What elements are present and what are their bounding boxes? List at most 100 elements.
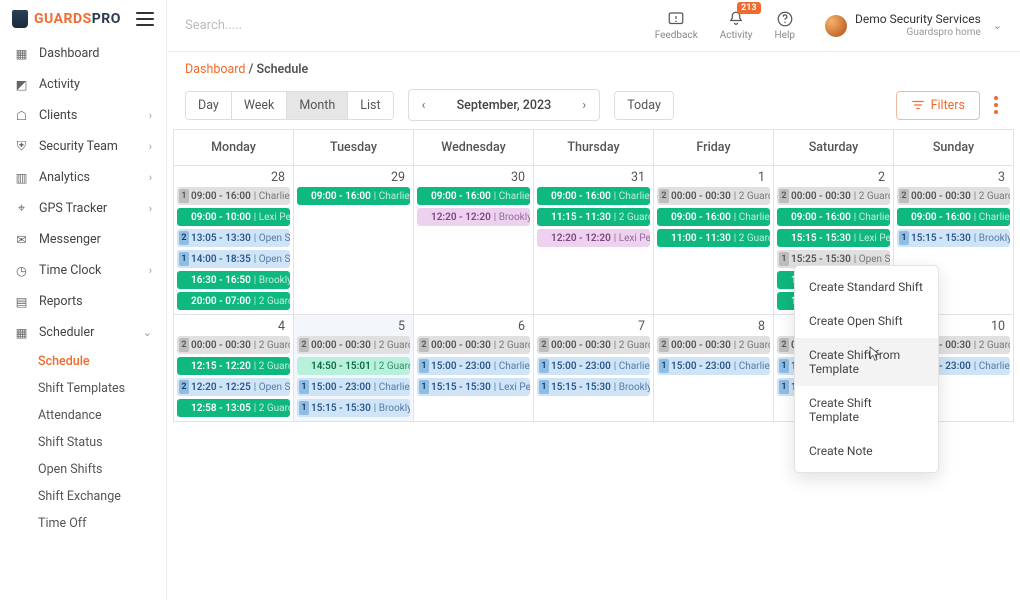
nav-sub-shift-status[interactable]: Shift Status (0, 429, 166, 456)
calendar-cell[interactable]: 2909:00 - 16:00 | Charlie Wel⋮ (294, 166, 414, 315)
prev-month[interactable]: ‹ (409, 90, 439, 120)
nav-time-clock[interactable]: ◷Time Clock› (0, 255, 166, 286)
calendar-cell[interactable]: 28109:00 - 16:00 | Charlie Wel⋮09:00 - 1… (174, 166, 294, 315)
shift-block[interactable]: 12:58 - 13:05 | 2 Guards⋮ (177, 399, 290, 417)
nav-clients[interactable]: ☖Clients› (0, 100, 166, 131)
shift-block[interactable]: 200:00 - 00:30 | 2 Guards⋮ (777, 187, 890, 205)
nav-analytics[interactable]: ▥Analytics› (0, 162, 166, 193)
shift-block[interactable]: 11:00 - 11:30 | 2 Guards⋮ (657, 229, 770, 247)
weekday-header: Thursday (534, 130, 654, 166)
shift-block[interactable]: 16:30 - 16:50 | Brooklyn⋮ (177, 271, 290, 289)
shift-block[interactable]: 09:00 - 10:00 | Lexi Perez⋮ (177, 208, 290, 226)
shift-block[interactable]: 12:15 - 12:20 | 2 Guards⋮ (177, 357, 290, 375)
shift-block[interactable]: 115:00 - 23:00 | Charlie Wel⋮ (417, 357, 530, 375)
icon-label: Activity (720, 30, 753, 41)
help-button[interactable]: Help (775, 10, 795, 41)
ctx-create-standard[interactable]: Create Standard Shift (795, 270, 938, 304)
shift-block[interactable]: 14:50 - 15:01 | 2 Guards⋮ (297, 357, 410, 375)
shift-block[interactable]: 200:00 - 00:30 | 2 Guards⋮ (297, 336, 410, 354)
day-number: 3 (894, 166, 1013, 187)
nav-label: Time Clock (39, 263, 101, 278)
shift-block[interactable]: 200:00 - 00:30 | 2 Guards⋮ (657, 187, 770, 205)
shift-block[interactable]: 09:00 - 16:00 | Charlie Wel⋮ (537, 187, 650, 205)
shift-block[interactable]: 15:15 - 15:30 | Lexi Perez⋮ (777, 229, 890, 247)
activity-button[interactable]: 213 Activity (720, 10, 753, 41)
ctx-create-from-template[interactable]: Create Shift from Template (795, 338, 938, 386)
shift-count-badge: 2 (659, 338, 669, 352)
today-button[interactable]: Today (614, 91, 674, 120)
view-month[interactable]: Month (287, 92, 348, 119)
shift-block[interactable]: 115:00 - 23:00 | Charlie Wel⋮ (297, 378, 410, 396)
shift-block[interactable]: 115:15 - 15:30 | Brooklyn⋮ (537, 378, 650, 396)
more-menu[interactable] (990, 92, 1002, 118)
shift-block[interactable]: 09:00 - 16:00 | Charlie Wel⋮ (777, 208, 890, 226)
shift-block[interactable]: 09:00 - 16:00 | Charlie Wel⋮ (897, 208, 1010, 226)
chevron-right-icon: › (149, 264, 152, 277)
shift-block[interactable]: 109:00 - 16:00 | Charlie Wel⋮ (177, 187, 290, 205)
shift-block[interactable]: 115:00 - 23:00 | Charlie Wel⋮ (657, 357, 770, 375)
calendar-cell[interactable]: 3109:00 - 16:00 | Charlie Wel⋮11:15 - 11… (534, 166, 654, 315)
shift-block[interactable]: 115:00 - 23:00 | Charlie Wel⋮ (537, 357, 650, 375)
filters-button[interactable]: Filters (896, 91, 980, 120)
shift-block[interactable]: 200:00 - 00:30 | 2 Guards⋮ (537, 336, 650, 354)
ctx-create-open[interactable]: Create Open Shift (795, 304, 938, 338)
nav-dashboard[interactable]: ▦Dashboard (0, 38, 166, 69)
shift-time: 15:00 - 23:00 (311, 382, 371, 393)
shift-block[interactable]: 200:00 - 00:30 | 2 Guards⋮ (417, 336, 530, 354)
shift-block[interactable]: 115:15 - 15:30 | Lexi Perez⋮ (417, 378, 530, 396)
breadcrumb-root[interactable]: Dashboard (185, 62, 245, 77)
nav-sub-time-off[interactable]: Time Off (0, 510, 166, 537)
shift-assignee: | 2 Guards (254, 296, 290, 307)
shift-block[interactable]: 213:05 - 13:30 | Open Shift⋮ (177, 229, 290, 247)
shift-time: 16:30 - 16:50 (191, 275, 251, 286)
day-number: 7 (534, 315, 653, 336)
nav-sub-schedule[interactable]: Schedule (0, 348, 166, 375)
shift-time: 13:05 - 13:30 (191, 233, 251, 244)
nav-reports[interactable]: ▤Reports (0, 286, 166, 317)
ctx-create-shift-template[interactable]: Create Shift Template (795, 386, 938, 434)
search-input[interactable] (185, 18, 643, 33)
nav-scheduler[interactable]: ▦Scheduler⌄ (0, 317, 166, 348)
shift-assignee: | 2 Guards (854, 191, 890, 202)
shift-block[interactable]: 115:15 - 15:30 | Brooklyn⋮ (297, 399, 410, 417)
calendar-cell[interactable]: 1200:00 - 00:30 | 2 Guards⋮09:00 - 16:00… (654, 166, 774, 315)
view-week[interactable]: Week (232, 92, 288, 119)
view-day[interactable]: Day (186, 92, 232, 119)
ctx-create-note[interactable]: Create Note (795, 434, 938, 468)
shift-block[interactable]: 115:15 - 15:30 | Brooklyn⋮ (897, 229, 1010, 247)
shift-block[interactable]: 11:15 - 11:30 | 2 Guards⋮ (537, 208, 650, 226)
calendar-cell[interactable]: 5200:00 - 00:30 | 2 Guards⋮14:50 - 15:01… (294, 315, 414, 422)
calendar-cell[interactable]: 7200:00 - 00:30 | 2 Guards⋮ 115:00 - 23:0… (534, 315, 654, 422)
shift-time: 15:00 - 23:00 (431, 361, 491, 372)
nav-sub-attendance[interactable]: Attendance (0, 402, 166, 429)
shift-block[interactable]: 212:20 - 12:25 | Open Shift⋮ (177, 378, 290, 396)
shift-block[interactable]: 12:20 - 12:20 | Lexi Perez⋮ (537, 229, 650, 247)
next-month[interactable]: › (569, 90, 599, 120)
account-menu[interactable]: Demo Security Services Guardspro home ⌄ (825, 13, 1002, 37)
shift-block[interactable]: 09:00 - 16:00 | Charlie Wel⋮ (657, 208, 770, 226)
nav-messenger[interactable]: ✉Messenger (0, 224, 166, 255)
calendar-cell[interactable]: 6200:00 - 00:30 | 2 Guards⋮115:00 - 23:0… (414, 315, 534, 422)
calendar-cell[interactable]: 4200:00 - 00:30 | 2 Guards⋮12:15 - 12:20… (174, 315, 294, 422)
nav-security-team[interactable]: ⛨Security Team› (0, 131, 166, 162)
shift-block[interactable]: 09:00 - 16:00 | Charlie Wel⋮ (417, 187, 530, 205)
shift-block[interactable]: 200:00 - 00:30 | 2 Guards⋮ (657, 336, 770, 354)
feedback-button[interactable]: Feedback (655, 10, 698, 41)
sidebar-nav: ▦Dashboard ◩Activity ☖Clients› ⛨Security… (0, 38, 166, 600)
nav-gps[interactable]: ⌖GPS Tracker› (0, 193, 166, 224)
shift-block[interactable]: 200:00 - 00:30 | 2 Guards⋮ (177, 336, 290, 354)
nav-sub-open-shifts[interactable]: Open Shifts (0, 456, 166, 483)
nav-sub-shift-exchange[interactable]: Shift Exchange (0, 483, 166, 510)
shift-block[interactable]: 20:00 - 07:00 | 2 Guards⋮ (177, 292, 290, 310)
nav-activity[interactable]: ◩Activity (0, 69, 166, 100)
shift-block[interactable]: 114:00 - 18:35 | Open Shift⋮ (177, 250, 290, 268)
calendar-cell[interactable]: 3009:00 - 16:00 | Charlie Wel⋮12:20 - 12… (414, 166, 534, 315)
shift-block[interactable]: 200:00 - 00:30 | 2 Guards⋮ (897, 187, 1010, 205)
shift-block[interactable]: 12:20 - 12:20 | Brooklyn⋮ (417, 208, 530, 226)
sidebar-toggle[interactable] (136, 12, 154, 26)
shift-block[interactable]: 09:00 - 16:00 | Charlie Wel⋮ (297, 187, 410, 205)
nav-label: GPS Tracker (39, 201, 107, 216)
view-list[interactable]: List (348, 92, 392, 119)
calendar-cell[interactable]: 8200:00 - 00:30 | 2 Guards⋮115:00 - 23:0… (654, 315, 774, 422)
nav-sub-shift-templates[interactable]: Shift Templates (0, 375, 166, 402)
